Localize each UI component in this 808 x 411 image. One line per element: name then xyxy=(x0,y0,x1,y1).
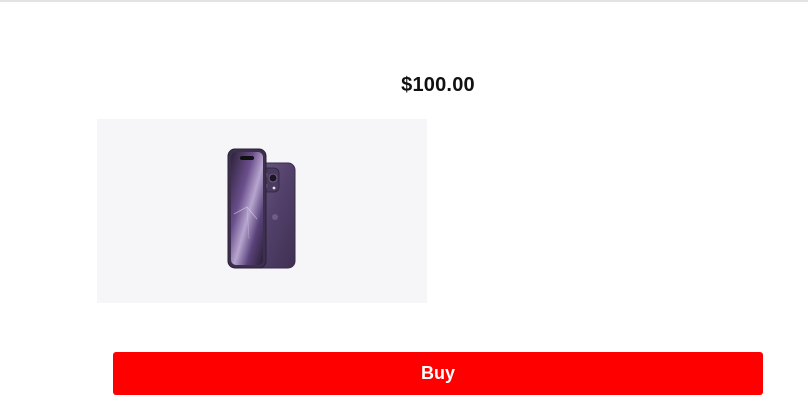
product-image xyxy=(97,119,427,303)
product-page: $100.00 Buy xyxy=(0,0,808,411)
product-price: $100.00 xyxy=(401,74,475,96)
buy-button[interactable]: Buy xyxy=(113,352,763,395)
top-divider xyxy=(0,0,808,2)
smartphone-icon xyxy=(227,148,296,269)
